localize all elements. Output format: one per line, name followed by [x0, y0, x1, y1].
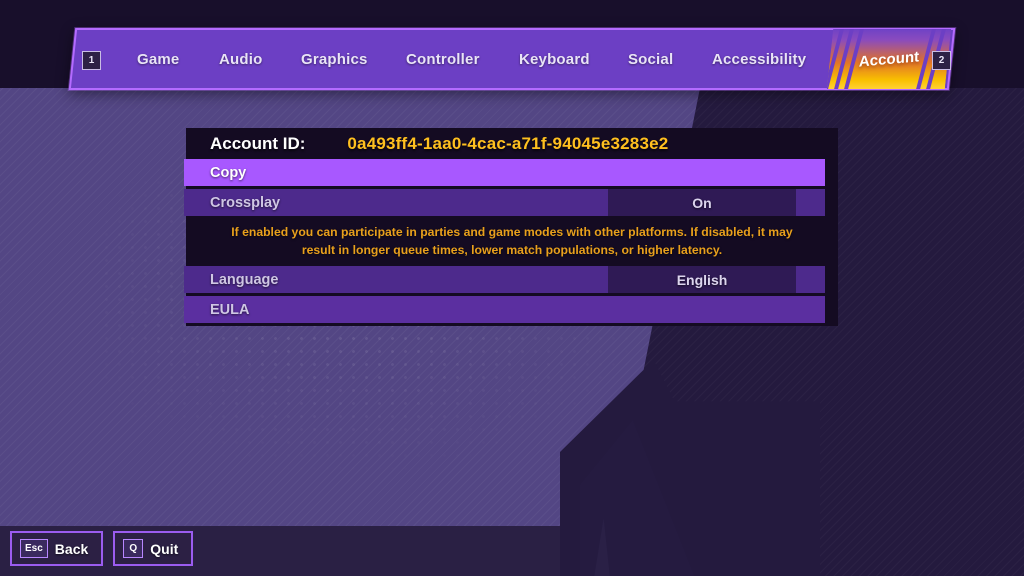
quit-button[interactable]: Q Quit — [113, 531, 194, 566]
account-id-label: Account ID: — [210, 133, 306, 153]
settings-row-eula-label: EULA — [210, 301, 250, 318]
page-badge-right[interactable]: 2 — [932, 51, 951, 70]
settings-row-crossplay[interactable]: Crossplay On — [184, 189, 825, 216]
settings-row-crossplay-label: Crossplay — [210, 194, 281, 211]
crossplay-arrow-area[interactable] — [796, 189, 825, 216]
footer-actions: Esc Back Q Quit — [10, 531, 194, 566]
language-value-text: English — [676, 271, 728, 288]
tab-account-label: Account — [858, 47, 920, 71]
crossplay-value[interactable]: On — [608, 189, 796, 216]
back-button[interactable]: Esc Back — [10, 531, 104, 566]
account-id-header: Account ID: 0a493ff4-1aa0-4cac-a71f-9404… — [186, 128, 838, 159]
back-button-label: Back — [54, 540, 89, 557]
settings-tab-bar: Game Audio Graphics Controller Keyboard … — [68, 28, 956, 90]
settings-row-language-label: Language — [210, 271, 279, 288]
page-badge-left[interactable]: 1 — [82, 51, 101, 70]
settings-row-copy[interactable]: Copy — [184, 159, 825, 186]
quit-button-label: Quit — [150, 540, 179, 557]
account-id-value: 0a493ff4-1aa0-4cac-a71f-94045e3283e2 — [347, 133, 669, 153]
settings-row-language[interactable]: Language English — [184, 266, 825, 294]
tab-keyboard[interactable]: Keyboard — [519, 51, 590, 68]
crossplay-description: If enabled you can participate in partie… — [231, 225, 793, 257]
tab-graphics[interactable]: Graphics — [301, 51, 368, 68]
crossplay-value-text: On — [692, 194, 712, 211]
tab-audio[interactable]: Audio — [219, 51, 263, 68]
tab-list: Game Audio Graphics Controller Keyboard … — [69, 28, 956, 90]
tab-social[interactable]: Social — [628, 51, 673, 68]
esc-keycap-icon: Esc — [20, 539, 48, 558]
settings-screen: Game Audio Graphics Controller Keyboard … — [0, 0, 1024, 576]
language-arrow-area[interactable] — [796, 266, 825, 294]
tab-game[interactable]: Game — [137, 51, 180, 68]
settings-row-eula[interactable]: EULA — [184, 296, 825, 324]
tab-accessibility[interactable]: Accessibility — [712, 51, 806, 68]
language-value[interactable]: English — [608, 266, 796, 294]
settings-row-copy-label: Copy — [210, 164, 247, 181]
account-settings-panel: Account ID: 0a493ff4-1aa0-4cac-a71f-9404… — [184, 128, 838, 326]
q-keycap-icon: Q — [123, 539, 144, 558]
tab-bar-inner: Game Audio Graphics Controller Keyboard … — [69, 28, 956, 90]
tab-controller[interactable]: Controller — [406, 51, 480, 68]
